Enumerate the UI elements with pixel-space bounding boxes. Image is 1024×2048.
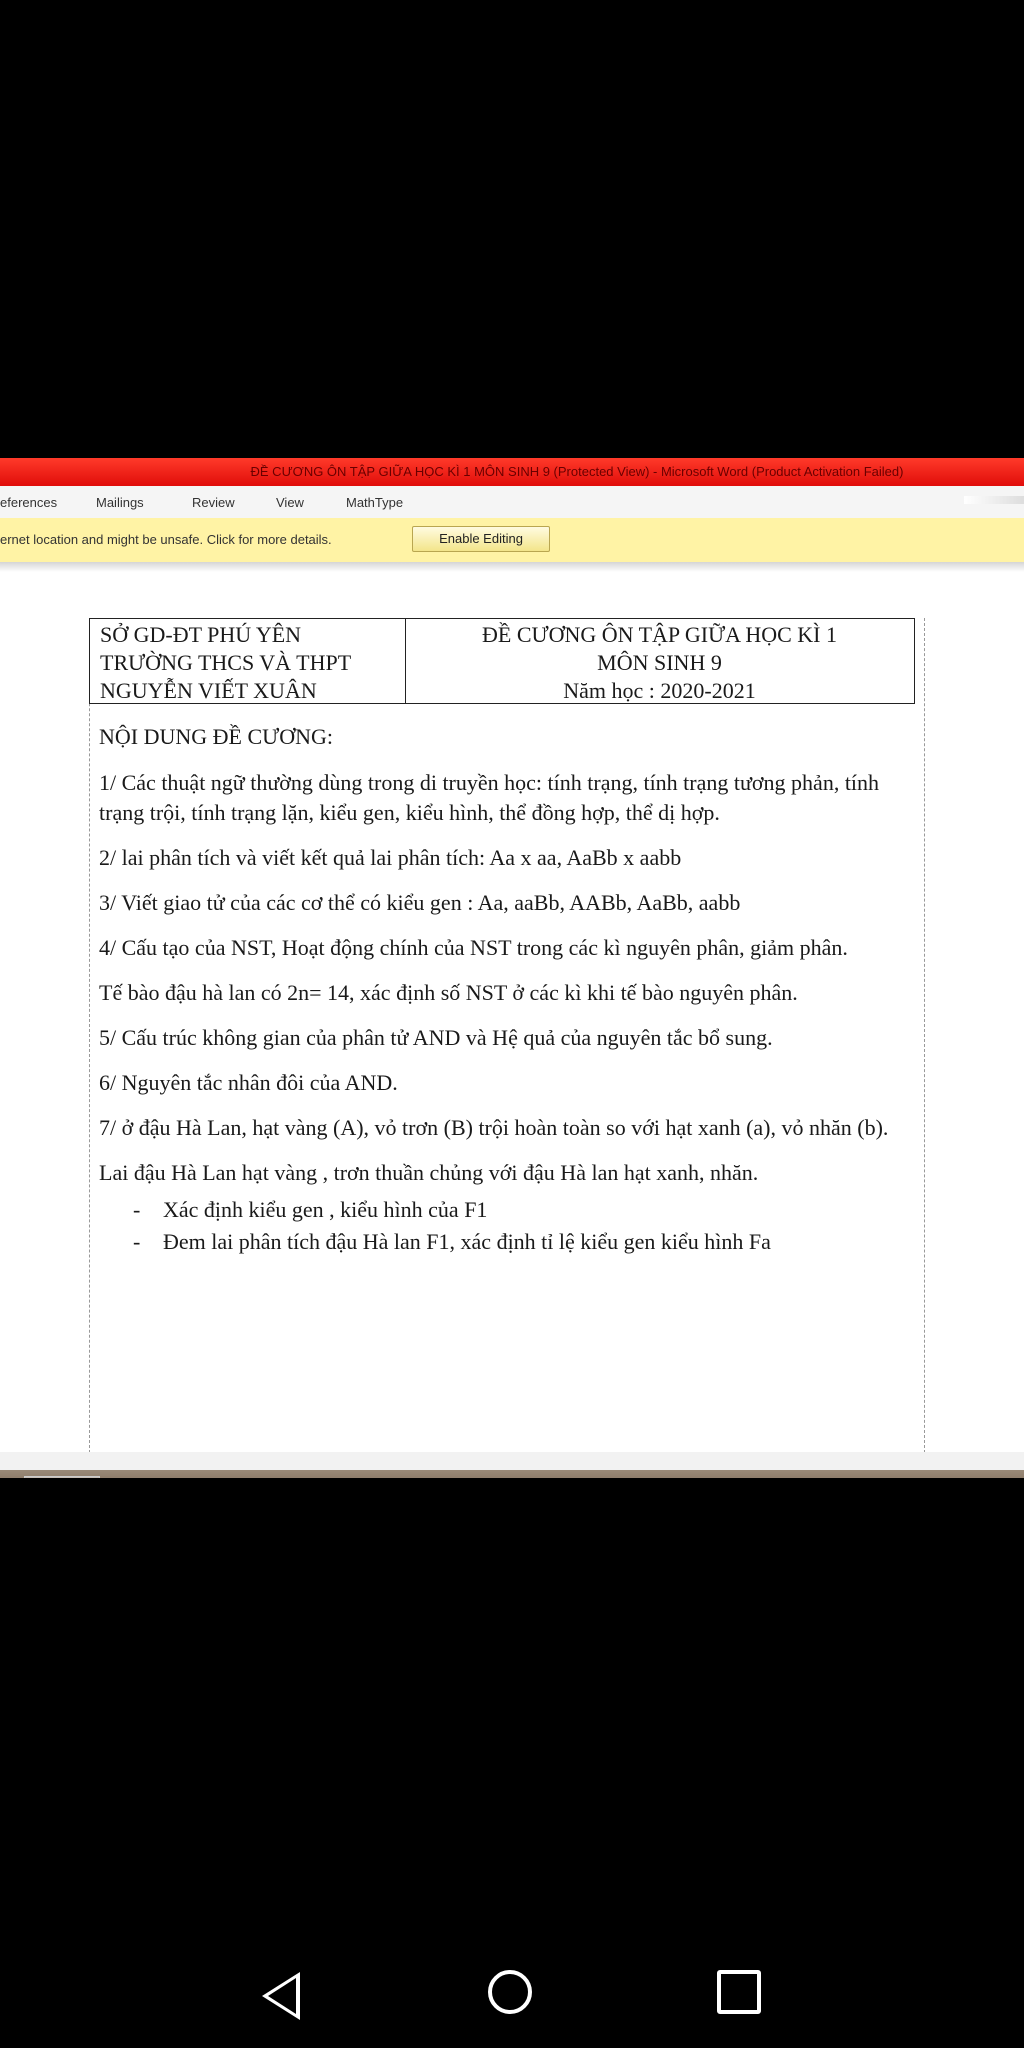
section-heading: NỘI DUNG ĐỀ CƯƠNG: <box>99 724 333 749</box>
ribbon-collapse <box>964 496 1024 504</box>
ribbon-tabs: eferences Mailings Review View MathType <box>0 486 1024 519</box>
protected-view-bar: ernet location and might be unsafe. Clic… <box>0 518 1024 563</box>
tab-mathtype[interactable]: MathType <box>346 495 403 510</box>
list-item: Xác định kiểu gen , kiểu hình của F1 <box>133 1194 919 1226</box>
header-left-line: NGUYỄN VIẾT XUÂN <box>100 678 317 703</box>
paragraph: 1/ Các thuật ngữ thường dùng trong di tr… <box>99 770 880 825</box>
title-bar: ĐỀ CƯƠNG ÔN TẬP GIỮA HỌC KÌ 1 MÔN SINH 9… <box>0 458 1024 486</box>
protected-view-message[interactable]: ernet location and might be unsafe. Clic… <box>0 532 332 547</box>
tab-review[interactable]: Review <box>192 495 235 510</box>
paragraph: 4/ Cấu tạo của NST, Hoạt động chính của … <box>99 935 848 960</box>
paragraph: 3/ Viết giao tử của các cơ thể có kiểu g… <box>99 890 741 915</box>
paragraph: 2/ lai phân tích và viết kết quả lai phâ… <box>99 845 682 870</box>
header-table: SỞ GD-ĐT PHÚ YÊN TRƯỜNG THCS VÀ THPT NGU… <box>89 618 915 704</box>
tab-mailings[interactable]: Mailings <box>96 495 144 510</box>
enable-editing-button[interactable]: Enable Editing <box>412 526 550 552</box>
paragraph: 5/ Cấu trúc không gian của phân tử AND v… <box>99 1025 773 1050</box>
header-right-line: Năm học : 2020-2021 <box>563 678 756 703</box>
ruler-shadow <box>0 562 1024 572</box>
header-left-line: TRƯỜNG THCS VÀ THPT <box>100 650 352 675</box>
taskbar: W <box>0 1452 1024 1478</box>
right-margin-guide <box>924 618 925 1458</box>
left-margin-guide <box>89 618 90 1458</box>
word-window: ĐỀ CƯƠNG ÔN TẬP GIỮA HỌC KÌ 1 MÔN SINH 9… <box>0 458 1024 1478</box>
back-icon[interactable] <box>262 1972 300 2020</box>
document-body: NỘI DUNG ĐỀ CƯƠNG: 1/ Các thuật ngữ thườ… <box>99 722 919 1258</box>
document-page[interactable]: SỞ GD-ĐT PHÚ YÊN TRƯỜNG THCS VÀ THPT NGU… <box>0 572 1024 1458</box>
list-item: Đem lai phân tích đậu Hà lan F1, xác địn… <box>133 1226 919 1258</box>
bullet-list: Xác định kiểu gen , kiểu hình của F1 Đem… <box>99 1194 919 1258</box>
header-right-line: ĐỀ CƯƠNG ÔN TẬP GIỮA HỌC KÌ 1 <box>482 622 837 647</box>
home-icon[interactable] <box>488 1970 532 2014</box>
paragraph: 6/ Nguyên tắc nhân đôi của AND. <box>99 1070 398 1095</box>
taskbar-word-button[interactable]: W <box>24 1476 100 1478</box>
header-school: SỞ GD-ĐT PHÚ YÊN TRƯỜNG THCS VÀ THPT NGU… <box>100 621 351 705</box>
paragraph: Lai đậu Hà Lan hạt vàng , trơn thuần chủ… <box>99 1160 759 1185</box>
header-right-line: MÔN SINH 9 <box>597 650 722 675</box>
tab-references[interactable]: eferences <box>0 495 57 510</box>
paragraph: 7/ ở đậu Hà Lan, hạt vàng (A), vỏ trơn (… <box>99 1115 889 1140</box>
recents-icon[interactable] <box>717 1970 761 2014</box>
window-title: ĐỀ CƯƠNG ÔN TẬP GIỮA HỌC KÌ 1 MÔN SINH 9… <box>250 464 904 479</box>
paragraph: Tế bào đậu hà lan có 2n= 14, xác định số… <box>99 980 798 1005</box>
tab-view[interactable]: View <box>276 495 304 510</box>
header-left-line: SỞ GD-ĐT PHÚ YÊN <box>100 622 302 647</box>
header-title: ĐỀ CƯƠNG ÔN TẬP GIỮA HỌC KÌ 1 MÔN SINH 9… <box>405 621 914 705</box>
